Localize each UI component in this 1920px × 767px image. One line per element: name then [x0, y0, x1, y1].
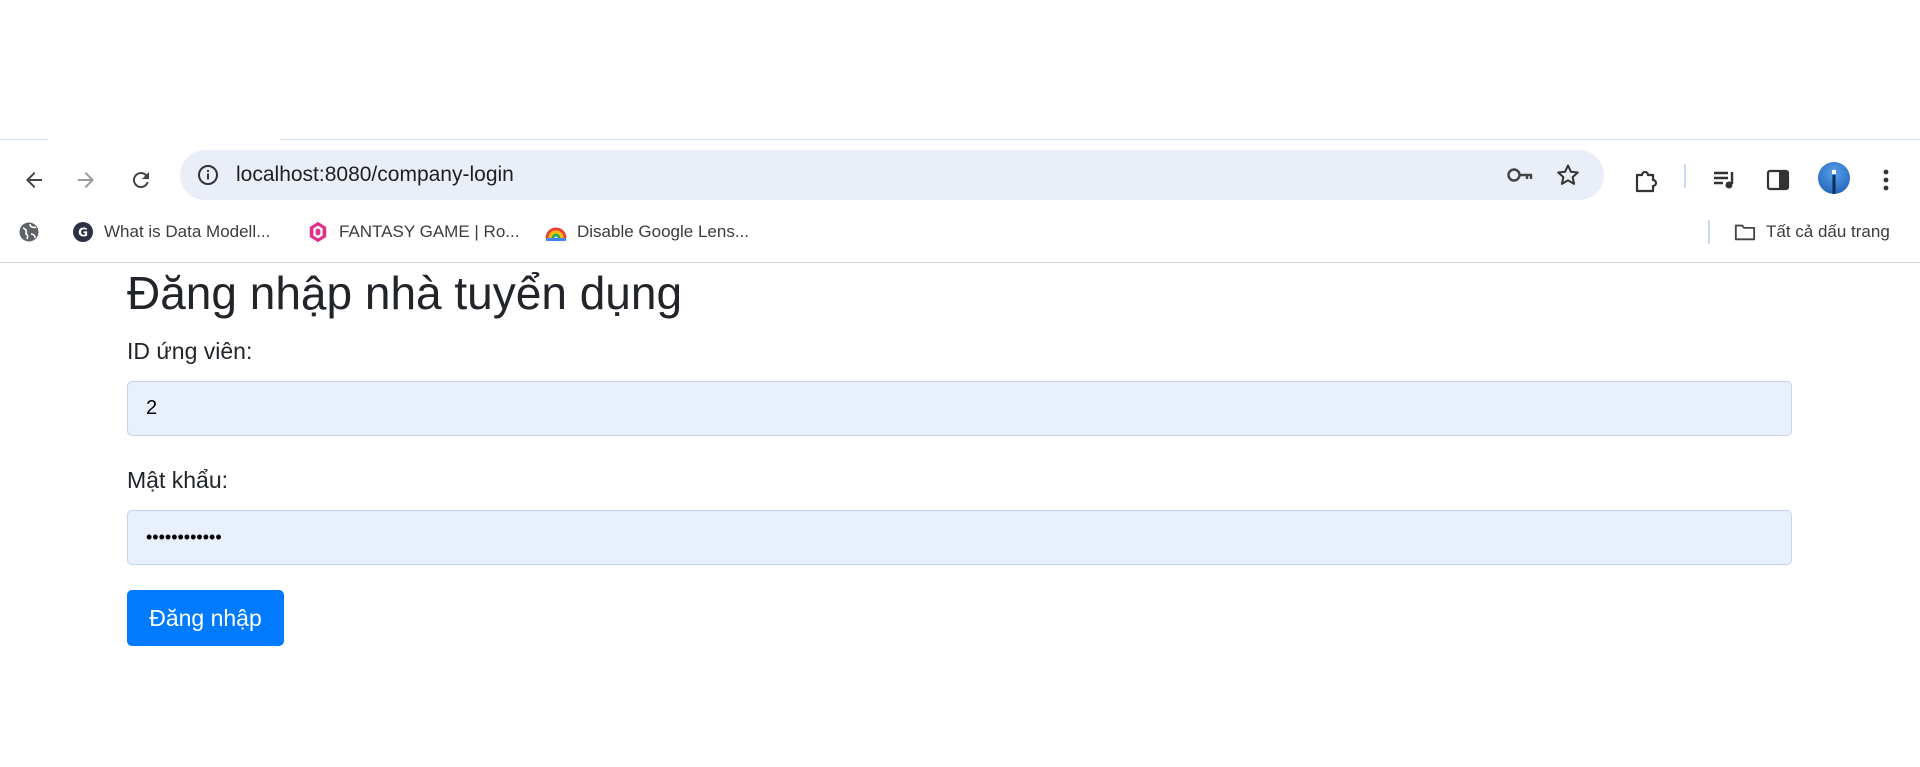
toolbar-separator — [1684, 164, 1686, 188]
media-queue-icon[interactable] — [1705, 160, 1745, 200]
reload-icon — [132, 172, 149, 189]
password-key-icon[interactable] — [1504, 159, 1536, 191]
bookmarks-separator — [1708, 220, 1710, 244]
browser-toolbar: localhost:8080/company-login G What is D… — [0, 140, 1920, 263]
reload-button[interactable] — [121, 160, 161, 200]
password-input[interactable]: •••••••••••• — [127, 510, 1792, 565]
extensions-puzzle-icon[interactable] — [1626, 160, 1666, 200]
id-input[interactable]: 2 — [127, 381, 1792, 436]
side-panel-icon[interactable] — [1758, 160, 1798, 200]
bookmark-star-icon[interactable] — [1552, 159, 1584, 191]
forward-button[interactable] — [66, 160, 106, 200]
svg-text:G: G — [78, 226, 88, 240]
fantasy-game-favicon-icon — [307, 221, 329, 243]
page-title: Đăng nhập nhà tuyển dụng — [127, 267, 683, 319]
bookmark-item[interactable]: G What is Data Modell... — [72, 210, 270, 254]
page-content: Đăng nhập nhà tuyển dụng ID ứng viên: 2 … — [0, 263, 1920, 767]
profile-avatar[interactable] — [1818, 162, 1850, 194]
menu-kebab-icon[interactable] — [1866, 160, 1906, 200]
bookmark-label: What is Data Modell... — [104, 222, 271, 241]
password-label: Mật khẩu: — [127, 467, 228, 493]
bookmark-label: FANTASY GAME | Ro... — [339, 222, 520, 241]
apps-globe-icon[interactable] — [18, 210, 50, 254]
login-button[interactable]: Đăng nhập — [127, 590, 284, 646]
back-button[interactable] — [14, 160, 54, 200]
all-bookmarks-label: Tất cả dấu trang — [1766, 222, 1890, 241]
url-text[interactable]: localhost:8080/company-login — [236, 150, 514, 200]
folder-icon — [1734, 221, 1756, 243]
bookmark-item[interactable]: Disable Google Lens... — [545, 210, 749, 254]
site-info-icon[interactable] — [192, 159, 224, 191]
blank-area — [0, 0, 1920, 139]
bookmark-label: Disable Google Lens... — [577, 222, 749, 241]
forward-arrow-icon — [78, 172, 94, 188]
address-bar[interactable]: localhost:8080/company-login — [180, 150, 1604, 200]
all-bookmarks-button[interactable]: Tất cả dấu trang — [1734, 210, 1890, 254]
g-favicon-icon: G — [72, 221, 94, 243]
id-label: ID ứng viên: — [127, 338, 253, 364]
bookmark-item[interactable]: FANTASY GAME | Ro... — [307, 210, 519, 254]
bookmarks-bar: G What is Data Modell... FANTASY GAME | … — [0, 210, 1920, 254]
rainbow-favicon-icon — [545, 221, 567, 243]
back-arrow-icon — [26, 172, 42, 188]
